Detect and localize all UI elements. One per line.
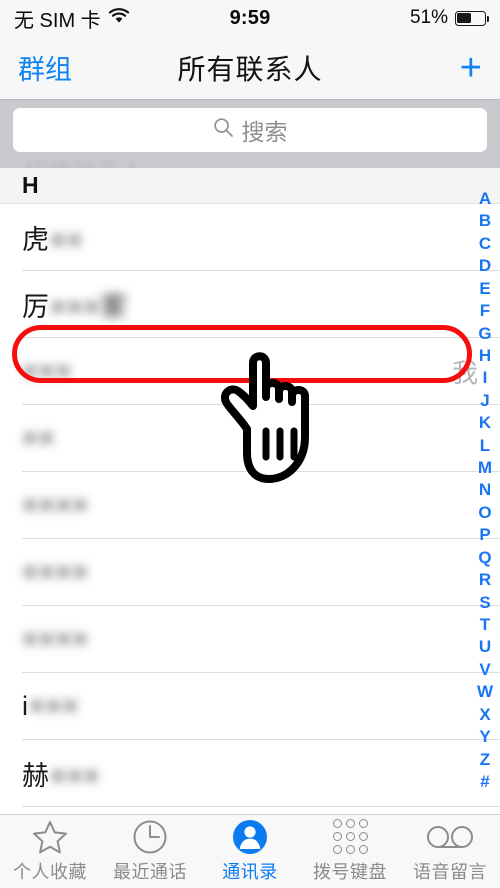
battery-icon: [455, 10, 490, 26]
status-bar-right: 51%: [409, 7, 490, 29]
page-title: 所有联系人: [177, 53, 323, 85]
contact-name: ××××: [22, 624, 90, 654]
tab-label: 通讯录: [222, 861, 278, 882]
index-letter[interactable]: J: [480, 392, 489, 409]
index-letter[interactable]: G: [478, 325, 491, 342]
contact-name: ××××: [22, 557, 90, 587]
obscured-background-text: 切换联系人: [24, 152, 144, 168]
tab-clock[interactable]: 最近通话: [100, 815, 200, 888]
tab-label: 语音留言: [413, 861, 487, 882]
index-letter[interactable]: U: [479, 638, 491, 655]
index-letter[interactable]: M: [478, 459, 492, 476]
index-letter[interactable]: Q: [478, 549, 491, 566]
contact-row[interactable]: 厉×××家: [0, 271, 500, 338]
index-letter[interactable]: B: [479, 212, 491, 229]
alphabet-index-bar[interactable]: A B C D E F G H I J K L M N O P Q R S T U V W X Y Z #: [470, 190, 500, 790]
groups-button[interactable]: 群组: [18, 48, 72, 87]
contact-row[interactable]: ××××: [0, 606, 500, 673]
index-letter[interactable]: W: [477, 683, 493, 700]
index-letter[interactable]: A: [479, 190, 491, 207]
index-letter[interactable]: C: [479, 235, 491, 252]
contact-name: ××: [22, 423, 56, 453]
index-letter[interactable]: K: [479, 414, 491, 431]
index-letter[interactable]: F: [480, 302, 490, 319]
tab-star[interactable]: 个人收藏: [0, 815, 100, 888]
clock-icon: [132, 820, 168, 854]
index-letter[interactable]: Z: [480, 751, 490, 768]
contacts-list[interactable]: H 虎×× 厉×××家 ××× 我 ×× ×××× ×××× ×××× i××× 赫×××: [0, 168, 500, 814]
contact-name: 虎××: [22, 225, 84, 255]
index-letter[interactable]: #: [480, 773, 489, 790]
contact-name: ××××: [22, 490, 90, 520]
contact-row[interactable]: i×××: [0, 673, 500, 740]
index-letter[interactable]: L: [480, 437, 490, 454]
search-placeholder: 搜索: [241, 119, 288, 145]
contact-name: 厉×××家: [22, 292, 129, 322]
status-bar: 无 SIM 卡 9:59 51%: [0, 0, 500, 36]
contact-name: 赫×××: [22, 761, 101, 791]
add-contact-button[interactable]: +: [460, 49, 482, 87]
wifi-icon: [108, 7, 130, 30]
tab-voicemail[interactable]: 语音留言: [400, 815, 500, 888]
person-circle-icon: [232, 819, 268, 854]
tab-label: 个人收藏: [13, 861, 87, 882]
search-input[interactable]: 搜索: [13, 108, 487, 152]
contact-row[interactable]: ××: [0, 405, 500, 472]
index-letter[interactable]: V: [479, 661, 490, 678]
index-letter[interactable]: O: [478, 504, 491, 521]
contact-name: i×××: [22, 691, 80, 721]
contact-row[interactable]: ××××: [0, 472, 500, 539]
index-letter[interactable]: H: [479, 347, 491, 364]
contact-name: ×××: [22, 356, 73, 386]
star-icon: [31, 820, 69, 854]
search-bar-container: 切换联系人 搜索: [0, 100, 500, 168]
tab-bar: 个人收藏 最近通话 通讯录 拨号键盘 语音留言: [0, 814, 500, 888]
phone-screen: 无 SIM 卡 9:59 51% 群组 所有联系人 + 切换联系人: [0, 0, 500, 888]
tab-label: 拨号键盘: [313, 861, 387, 882]
tab-label: 最近通话: [113, 861, 187, 882]
navigation-bar: 群组 所有联系人 +: [0, 36, 500, 100]
voicemail-icon: [426, 820, 474, 854]
tab-keypad-dots[interactable]: 拨号键盘: [300, 815, 400, 888]
index-letter[interactable]: T: [480, 616, 490, 633]
carrier-label: 无 SIM 卡: [14, 9, 101, 32]
contact-row[interactable]: 虎××: [0, 204, 500, 271]
contact-row[interactable]: ××× 我: [0, 338, 500, 405]
index-letter[interactable]: P: [479, 526, 490, 543]
index-letter[interactable]: D: [479, 257, 491, 274]
index-letter[interactable]: E: [479, 280, 490, 297]
index-letter[interactable]: X: [479, 706, 490, 723]
tab-person-circle[interactable]: 通讯录: [200, 815, 300, 888]
contact-row[interactable]: ××××: [0, 539, 500, 606]
battery-percent-label: 51%: [409, 7, 448, 28]
index-letter[interactable]: I: [483, 369, 488, 386]
section-header-h: H: [0, 168, 500, 204]
index-letter[interactable]: R: [479, 571, 491, 588]
index-letter[interactable]: S: [479, 594, 490, 611]
contact-row[interactable]: 赫×××: [0, 740, 500, 807]
status-bar-left: 无 SIM 卡: [14, 4, 130, 33]
index-letter[interactable]: Y: [479, 728, 490, 745]
index-letter[interactable]: N: [479, 481, 491, 498]
search-icon: [213, 117, 234, 143]
keypad-dots-icon: [332, 819, 368, 854]
